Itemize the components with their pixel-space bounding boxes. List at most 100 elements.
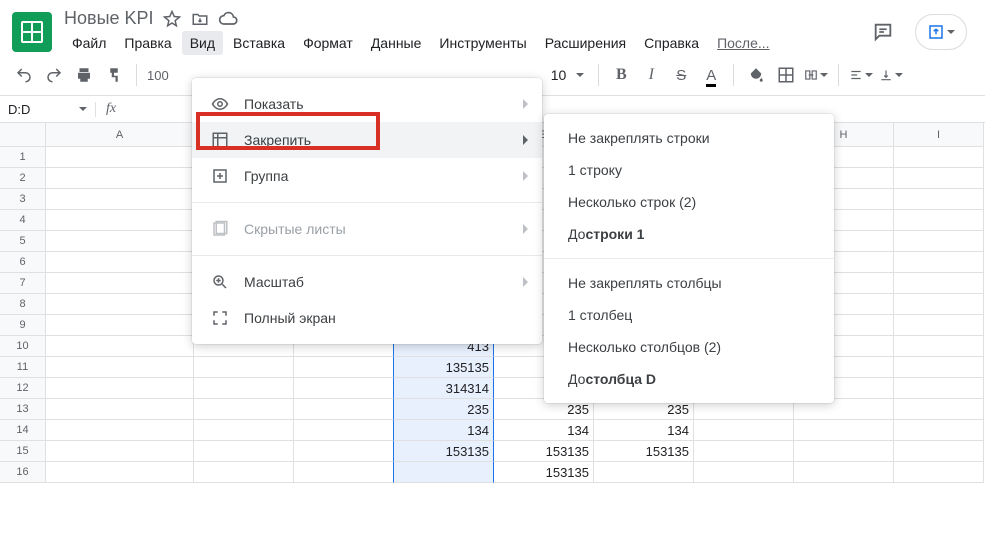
cell[interactable]: [894, 168, 984, 189]
column-header[interactable]: I: [894, 123, 984, 147]
menu-tools[interactable]: Инструменты: [431, 31, 534, 55]
row-header[interactable]: 13: [0, 399, 46, 420]
cell[interactable]: [46, 168, 194, 189]
cell[interactable]: [894, 399, 984, 420]
cell[interactable]: [794, 420, 894, 441]
text-color-button[interactable]: A: [699, 63, 723, 87]
menu-item-freeze-many-cols[interactable]: Несколько столбцов (2): [544, 331, 834, 363]
menu-item-fullscreen[interactable]: Полный экран: [192, 300, 542, 336]
menu-item-zoom[interactable]: Масштаб: [192, 264, 542, 300]
cell[interactable]: [46, 315, 194, 336]
cell[interactable]: [894, 378, 984, 399]
cell[interactable]: 135135: [394, 357, 494, 378]
row-header[interactable]: 4: [0, 210, 46, 231]
cell[interactable]: [194, 357, 294, 378]
menu-item-freeze-1-col[interactable]: 1 столбец: [544, 299, 834, 331]
bold-button[interactable]: B: [609, 63, 633, 87]
cell[interactable]: [794, 441, 894, 462]
cell[interactable]: [894, 315, 984, 336]
cell[interactable]: [46, 441, 194, 462]
menu-extensions[interactable]: Расширения: [537, 31, 634, 55]
cell[interactable]: [694, 441, 794, 462]
menu-item-show[interactable]: Показать: [192, 86, 542, 122]
cell[interactable]: [894, 357, 984, 378]
cell[interactable]: [46, 399, 194, 420]
row-header[interactable]: 10: [0, 336, 46, 357]
cell[interactable]: [194, 420, 294, 441]
menu-view[interactable]: Вид: [182, 31, 223, 55]
cell[interactable]: [46, 294, 194, 315]
cell[interactable]: [46, 357, 194, 378]
row-header[interactable]: 15: [0, 441, 46, 462]
row-header[interactable]: 16: [0, 462, 46, 483]
row-header[interactable]: 2: [0, 168, 46, 189]
cell[interactable]: [394, 462, 494, 483]
row-header[interactable]: 5: [0, 231, 46, 252]
sheets-logo[interactable]: [12, 12, 52, 52]
star-icon[interactable]: [162, 9, 182, 29]
row-header[interactable]: 1: [0, 147, 46, 168]
menu-item-freeze-many-rows[interactable]: Несколько строк (2): [544, 186, 834, 218]
vertical-align-button[interactable]: [879, 63, 903, 87]
row-header[interactable]: 7: [0, 273, 46, 294]
cell[interactable]: [894, 462, 984, 483]
cell[interactable]: [46, 189, 194, 210]
cell[interactable]: [194, 399, 294, 420]
row-header[interactable]: 11: [0, 357, 46, 378]
print-button[interactable]: [72, 63, 96, 87]
cell[interactable]: [194, 378, 294, 399]
cell[interactable]: [194, 462, 294, 483]
menu-edit[interactable]: Правка: [116, 31, 179, 55]
menu-item-freeze-upto-row[interactable]: До строки 1: [544, 218, 834, 250]
cell[interactable]: [894, 294, 984, 315]
cell[interactable]: [694, 420, 794, 441]
move-to-folder-icon[interactable]: [190, 9, 210, 29]
cell[interactable]: [46, 252, 194, 273]
row-header[interactable]: 6: [0, 252, 46, 273]
cell[interactable]: 235: [394, 399, 494, 420]
cell[interactable]: [894, 231, 984, 252]
menu-item-no-freeze-cols[interactable]: Не закреплять столбцы: [544, 267, 834, 299]
menu-data[interactable]: Данные: [363, 31, 430, 55]
cell[interactable]: [894, 441, 984, 462]
menu-item-no-freeze-rows[interactable]: Не закреплять строки: [544, 122, 834, 154]
cell[interactable]: [46, 273, 194, 294]
menu-file[interactable]: Файл: [64, 31, 114, 55]
cell[interactable]: [294, 441, 394, 462]
cell[interactable]: [294, 399, 394, 420]
cell[interactable]: [894, 336, 984, 357]
borders-button[interactable]: [774, 63, 798, 87]
cell[interactable]: [46, 462, 194, 483]
cell[interactable]: [46, 147, 194, 168]
menu-item-group[interactable]: Группа: [192, 158, 542, 194]
row-header[interactable]: 14: [0, 420, 46, 441]
menu-last-edit[interactable]: После...: [709, 31, 777, 55]
cell[interactable]: [294, 378, 394, 399]
cell[interactable]: [46, 336, 194, 357]
cell[interactable]: 153135: [394, 441, 494, 462]
italic-button[interactable]: I: [639, 63, 663, 87]
cell[interactable]: [46, 378, 194, 399]
menu-item-freeze-upto-col[interactable]: До столбца D: [544, 363, 834, 395]
cell[interactable]: [294, 462, 394, 483]
cell[interactable]: [794, 462, 894, 483]
cell[interactable]: [894, 273, 984, 294]
column-header[interactable]: A: [46, 123, 194, 147]
name-box[interactable]: D:D: [0, 102, 96, 117]
comments-button[interactable]: [865, 14, 901, 50]
menu-item-freeze-1-row[interactable]: 1 строку: [544, 154, 834, 186]
cell[interactable]: [894, 147, 984, 168]
cell[interactable]: [894, 252, 984, 273]
cell[interactable]: [594, 462, 694, 483]
share-button[interactable]: [915, 14, 967, 50]
cell[interactable]: [294, 357, 394, 378]
cell[interactable]: 153135: [594, 441, 694, 462]
cell[interactable]: [894, 210, 984, 231]
merge-cells-button[interactable]: [804, 63, 828, 87]
cell[interactable]: 153135: [494, 462, 594, 483]
menu-format[interactable]: Формат: [295, 31, 361, 55]
row-header[interactable]: 12: [0, 378, 46, 399]
cell[interactable]: [194, 441, 294, 462]
select-all-corner[interactable]: [0, 123, 46, 147]
cell[interactable]: [894, 189, 984, 210]
